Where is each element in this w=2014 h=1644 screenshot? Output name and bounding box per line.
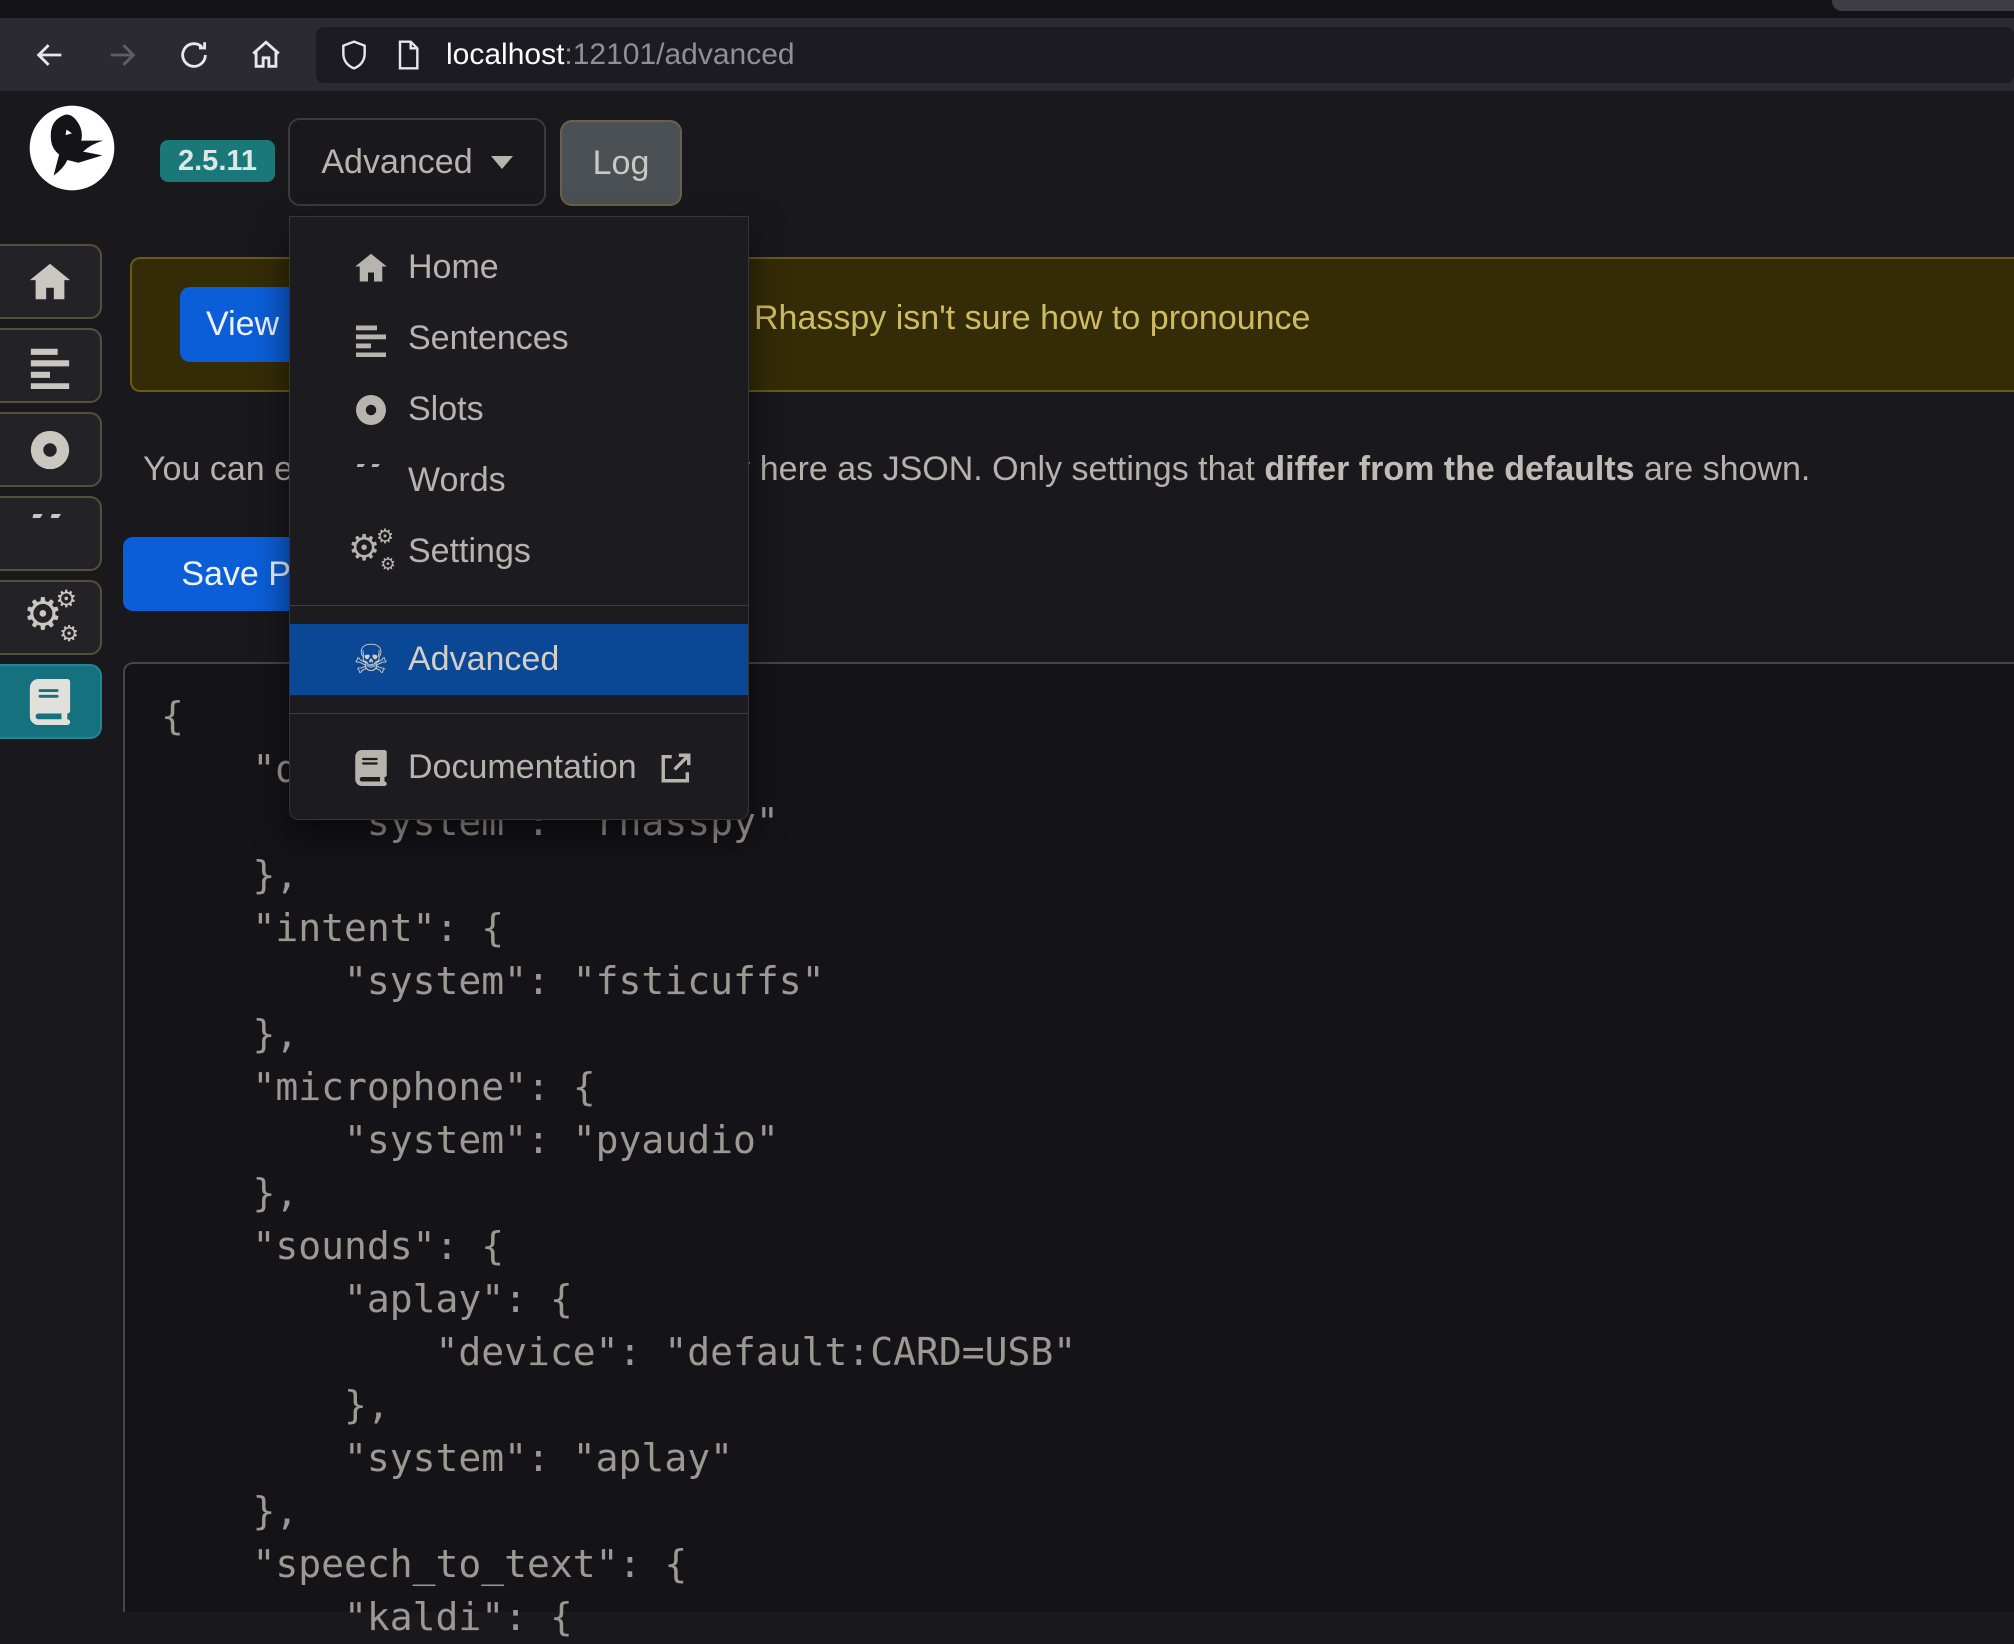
address-bar[interactable]: localhost:12101/advanced xyxy=(316,27,2014,83)
menu-item-label: Words xyxy=(408,461,506,500)
book-icon xyxy=(348,750,394,786)
page-info-icon[interactable] xyxy=(392,39,424,71)
skull-crossbones-icon: ☠ xyxy=(348,640,394,680)
menu-item-label: Slots xyxy=(408,390,484,429)
menu-item-documentation[interactable]: Documentation xyxy=(290,732,748,803)
menu-item-label: Settings xyxy=(408,532,531,571)
url-path: :12101/advanced xyxy=(564,38,794,72)
menu-divider xyxy=(290,713,748,714)
menu-item-label: Advanced xyxy=(408,640,559,679)
back-button[interactable] xyxy=(14,26,86,84)
sidebar-item-words[interactable]: ” xyxy=(0,496,102,571)
reload-button[interactable] xyxy=(158,26,230,84)
gears-icon: ⚙⚙⚙ xyxy=(348,533,394,571)
sidebar-item-advanced-active[interactable] xyxy=(0,664,102,739)
gears-icon: ⚙⚙⚙ xyxy=(25,595,75,641)
view-button-label: View xyxy=(206,305,279,344)
menu-item-sentences[interactable]: Sentences xyxy=(290,303,748,374)
menu-item-label: Home xyxy=(408,248,499,287)
log-button-label: Log xyxy=(593,144,650,183)
menu-item-words[interactable]: ” Words xyxy=(290,445,748,516)
sidebar-item-home[interactable] xyxy=(0,244,102,319)
menu-item-settings[interactable]: ⚙⚙⚙ Settings xyxy=(290,516,748,587)
shield-icon[interactable] xyxy=(338,39,370,71)
url-host: localhost xyxy=(446,38,564,72)
sidebar-item-sentences[interactable] xyxy=(0,328,102,403)
align-left-icon xyxy=(348,321,394,357)
navigation-dropdown-menu: Home Sentences Slots ” Words ⚙⚙⚙ Setting… xyxy=(289,216,749,820)
book-icon xyxy=(27,679,73,725)
record-circle-icon xyxy=(27,427,73,473)
page-select-dropdown[interactable]: Advanced xyxy=(288,118,546,206)
browser-active-tab[interactable] xyxy=(1832,0,2014,11)
browser-tab-strip xyxy=(0,0,2014,18)
version-badge: 2.5.11 xyxy=(160,140,275,182)
forward-button[interactable] xyxy=(86,26,158,84)
sidebar-item-slots[interactable] xyxy=(0,412,102,487)
sidebar-item-settings[interactable]: ⚙⚙⚙ xyxy=(0,580,102,655)
menu-item-slots[interactable]: Slots xyxy=(290,374,748,445)
menu-item-label: Sentences xyxy=(408,319,569,358)
page-select-label: Advanced xyxy=(321,143,472,182)
browser-home-button[interactable] xyxy=(230,26,302,84)
profile-json-text[interactable]: { "dialogue": { "system": "rhasspy" }, "… xyxy=(161,690,2014,1644)
home-icon xyxy=(348,250,394,286)
home-icon xyxy=(27,259,73,305)
log-button[interactable]: Log xyxy=(560,120,682,206)
reload-icon xyxy=(177,38,211,72)
rhasspy-logo[interactable] xyxy=(26,102,118,194)
alert-message: Rhasspy isn't sure how to pronounce xyxy=(754,299,1310,338)
menu-item-advanced-active[interactable]: ☠ Advanced xyxy=(290,624,748,695)
menu-item-home[interactable]: Home xyxy=(290,232,748,303)
align-left-icon xyxy=(27,343,73,389)
browser-toolbar: localhost:12101/advanced xyxy=(0,18,2014,91)
forward-arrow-icon xyxy=(105,38,139,72)
quotes-icon: ” xyxy=(26,514,75,554)
record-circle-icon xyxy=(348,392,394,428)
menu-divider xyxy=(290,605,748,606)
back-arrow-icon xyxy=(33,38,67,72)
chevron-down-icon xyxy=(491,156,513,169)
home-icon xyxy=(249,38,283,72)
external-link-icon xyxy=(659,751,693,785)
quotes-icon: ” xyxy=(348,464,394,498)
menu-item-label: Documentation xyxy=(408,748,637,787)
